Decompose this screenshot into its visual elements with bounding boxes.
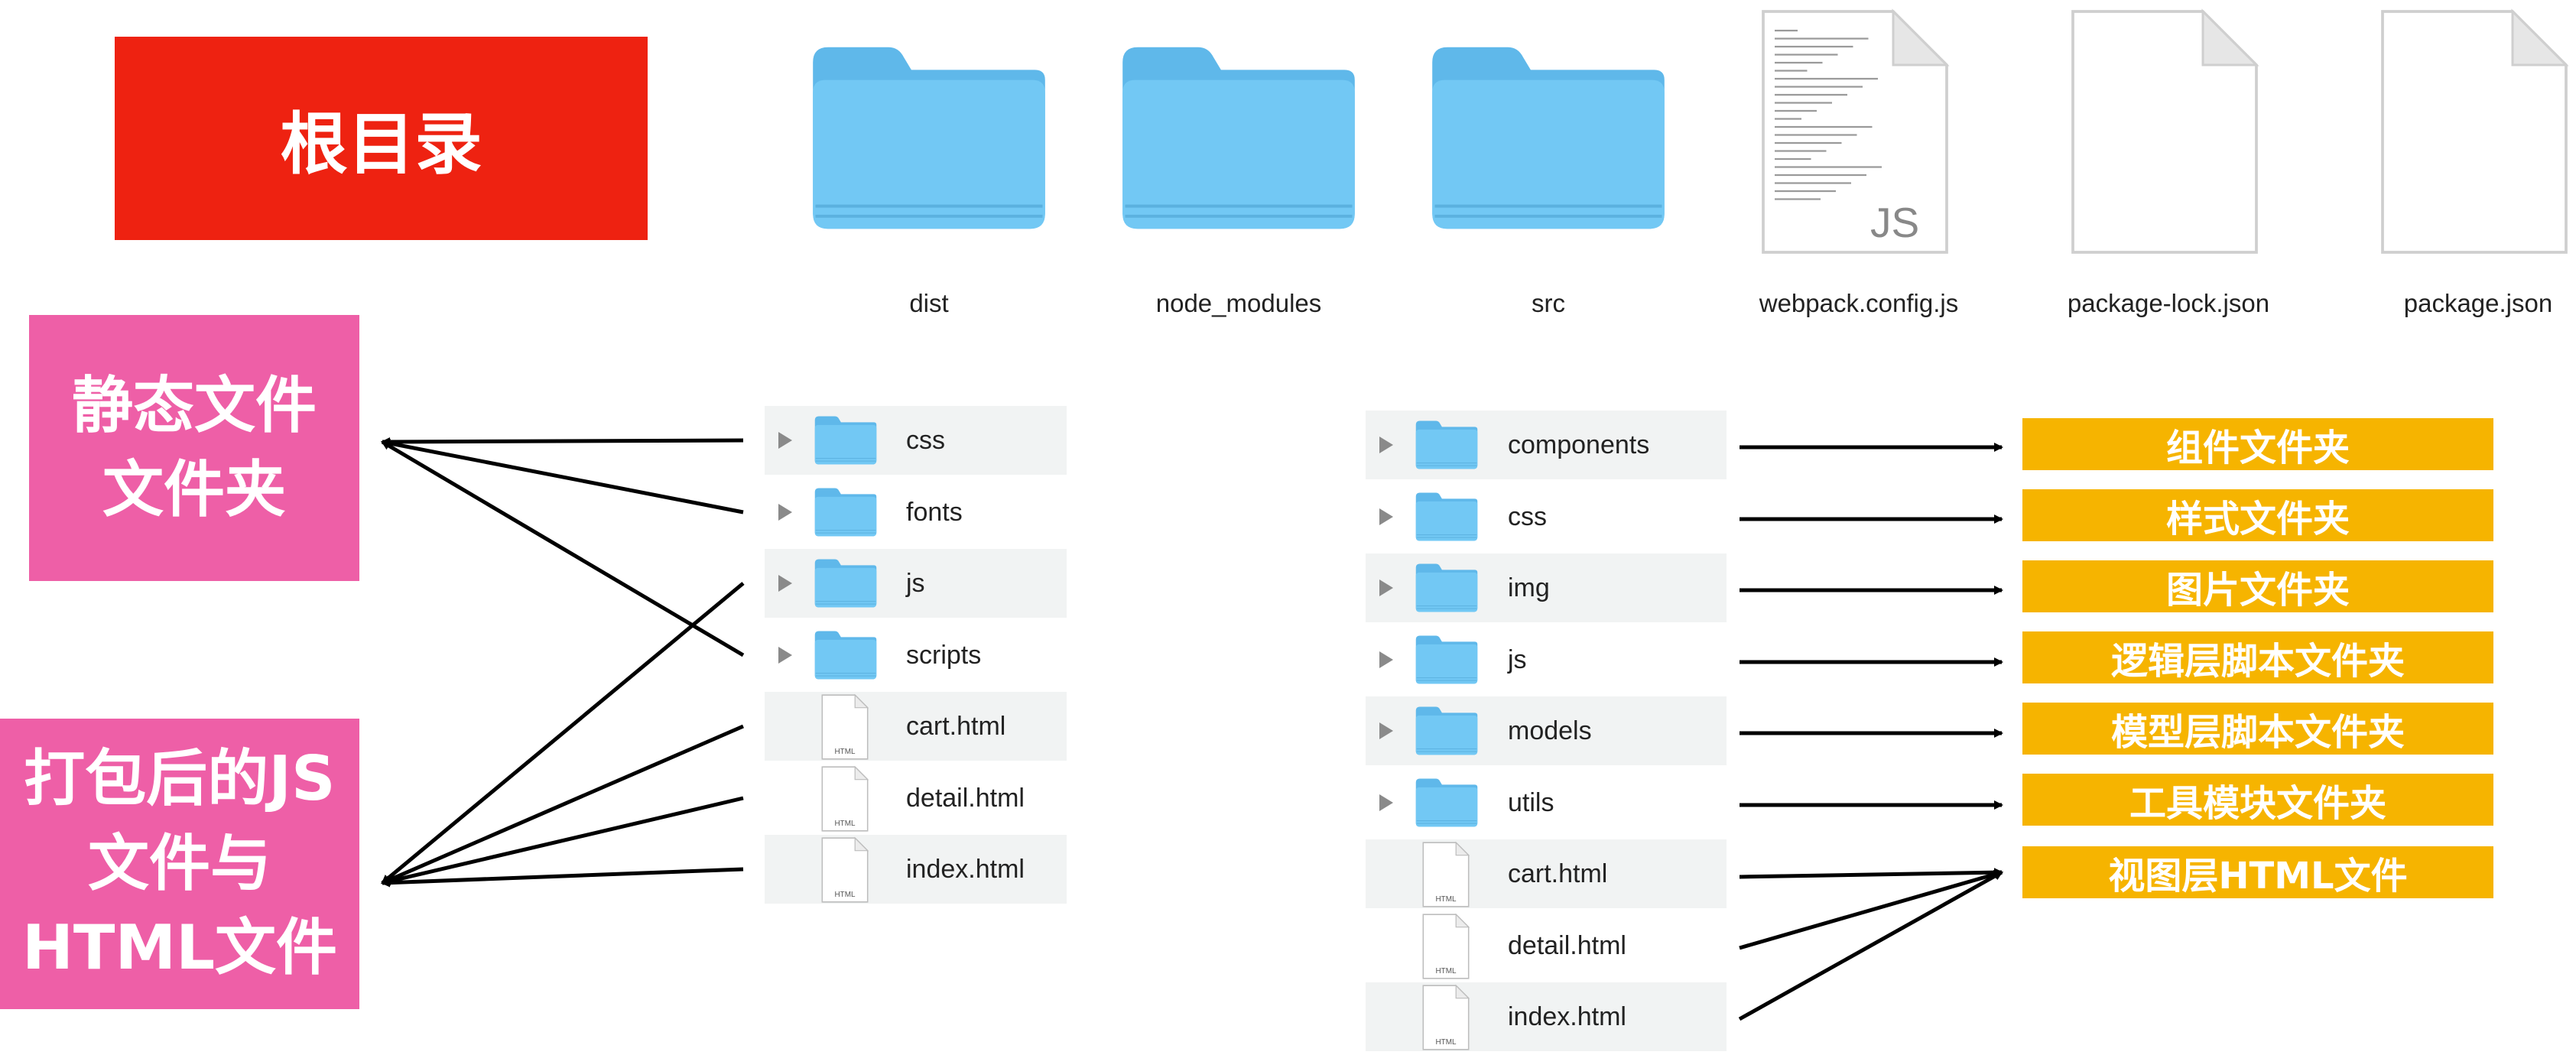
arrow-css-to-static [381,437,744,446]
arrow-cart-to-view [1739,868,2003,879]
arrow-scripts-to-static [381,440,745,657]
arrow-fonts-to-static [381,439,744,515]
arrow-detail-to-view [1739,870,2003,950]
arrow-index-to-view [1738,870,2003,1021]
arrow-cart-to-bundle [381,724,744,885]
connector-arrows [381,437,2003,1021]
arrow-js-to-bundle [381,582,745,885]
